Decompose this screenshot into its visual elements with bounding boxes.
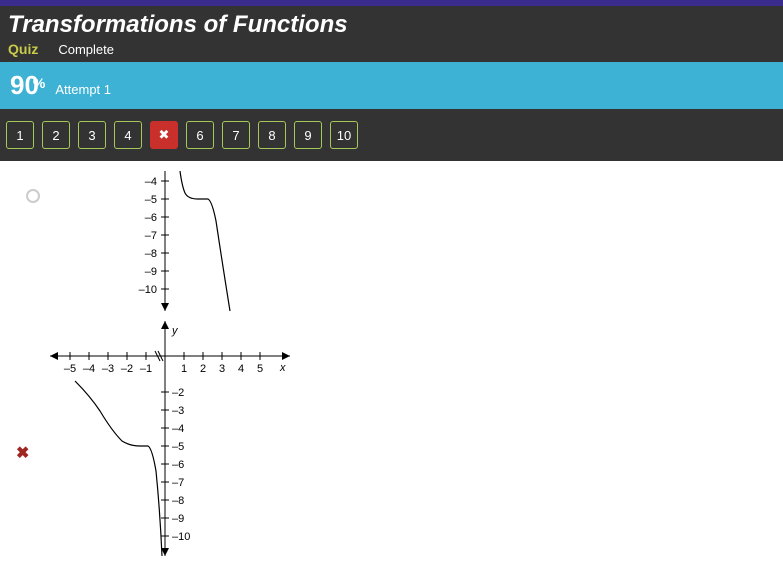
question-btn-8[interactable]: 8 <box>258 121 286 149</box>
content-area: ✖ –4 –5 –6 –7 –8 –9 – <box>0 161 783 576</box>
curve-2 <box>75 381 162 556</box>
x-axis-arrow-right <box>282 352 290 360</box>
question-btn-2[interactable]: 2 <box>42 121 70 149</box>
y2-tick-10: –10 <box>172 531 190 543</box>
y2-tick-2: –2 <box>172 387 184 399</box>
y-tick-9: –9 <box>145 266 157 278</box>
question-btn-1[interactable]: 1 <box>6 121 34 149</box>
x-tick-5: 5 <box>257 363 263 375</box>
x-tick-n5: –5 <box>64 363 76 375</box>
x-tick-n3: –3 <box>102 363 114 375</box>
title-bar: Transformations of Functions Quiz Comple… <box>0 6 783 62</box>
x-tick-n2: –2 <box>121 363 133 375</box>
attempt-label: Attempt 1 <box>55 82 111 97</box>
subtitle-row: Quiz Complete <box>8 41 775 57</box>
answer-left-col: ✖ <box>0 171 40 566</box>
curve-1 <box>180 171 230 311</box>
complete-label: Complete <box>58 42 114 57</box>
y2-tick-6: –6 <box>172 459 184 471</box>
graph-option-1[interactable]: –4 –5 –6 –7 –8 –9 –10 <box>40 171 300 316</box>
x-tick-1: 1 <box>181 363 187 375</box>
y2-tick-4: –4 <box>172 423 184 435</box>
score-percent: % <box>33 75 45 91</box>
score-wrapper: 90% <box>10 70 45 101</box>
y2-tick-5: –5 <box>172 441 184 453</box>
y2-tick-9: –9 <box>172 513 184 525</box>
x-tick-2: 2 <box>200 363 206 375</box>
graphs-column: –4 –5 –6 –7 –8 –9 –10 <box>40 171 300 566</box>
answer-radio-1[interactable] <box>26 189 40 203</box>
x-axis-arrow-left <box>50 352 58 360</box>
y2-tick-8: –8 <box>172 495 184 507</box>
y-axis-arrow-up <box>161 321 169 329</box>
wrong-mark-icon: ✖ <box>16 443 29 463</box>
question-btn-7[interactable]: 7 <box>222 121 250 149</box>
graph-option-2[interactable]: y x –5 –4 –3 –2 –1 1 2 <box>40 316 300 566</box>
quiz-label: Quiz <box>8 41 38 57</box>
y2-tick-3: –3 <box>172 405 184 417</box>
question-btn-3[interactable]: 3 <box>78 121 106 149</box>
score-bar: 90% Attempt 1 <box>0 62 783 109</box>
question-btn-4[interactable]: 4 <box>114 121 142 149</box>
page-title: Transformations of Functions <box>8 11 775 39</box>
y-axis-arrow <box>161 303 169 311</box>
question-btn-10[interactable]: 10 <box>330 121 358 149</box>
x-tick-n1: –1 <box>140 363 152 375</box>
y-tick-4: –4 <box>145 176 157 188</box>
y-tick-10: –10 <box>139 284 157 296</box>
graph-2-svg: y x –5 –4 –3 –2 –1 1 2 <box>40 316 300 566</box>
y-tick-7: –7 <box>145 230 157 242</box>
question-btn-9[interactable]: 9 <box>294 121 322 149</box>
question-btn-6[interactable]: 6 <box>186 121 214 149</box>
question-nav: 1 2 3 4 ✖ 6 7 8 9 10 <box>0 109 783 161</box>
x-label: x <box>279 362 286 374</box>
question-btn-5-wrong[interactable]: ✖ <box>150 121 178 149</box>
x-tick-3: 3 <box>219 363 225 375</box>
x-tick-n4: –4 <box>83 363 95 375</box>
graph-1-svg: –4 –5 –6 –7 –8 –9 –10 <box>40 171 300 316</box>
y-tick-6: –6 <box>145 212 157 224</box>
y2-tick-7: –7 <box>172 477 184 489</box>
y-tick-8: –8 <box>145 248 157 260</box>
x-tick-4: 4 <box>238 363 244 375</box>
y-tick-5: –5 <box>145 194 157 206</box>
y-label: y <box>171 325 179 337</box>
